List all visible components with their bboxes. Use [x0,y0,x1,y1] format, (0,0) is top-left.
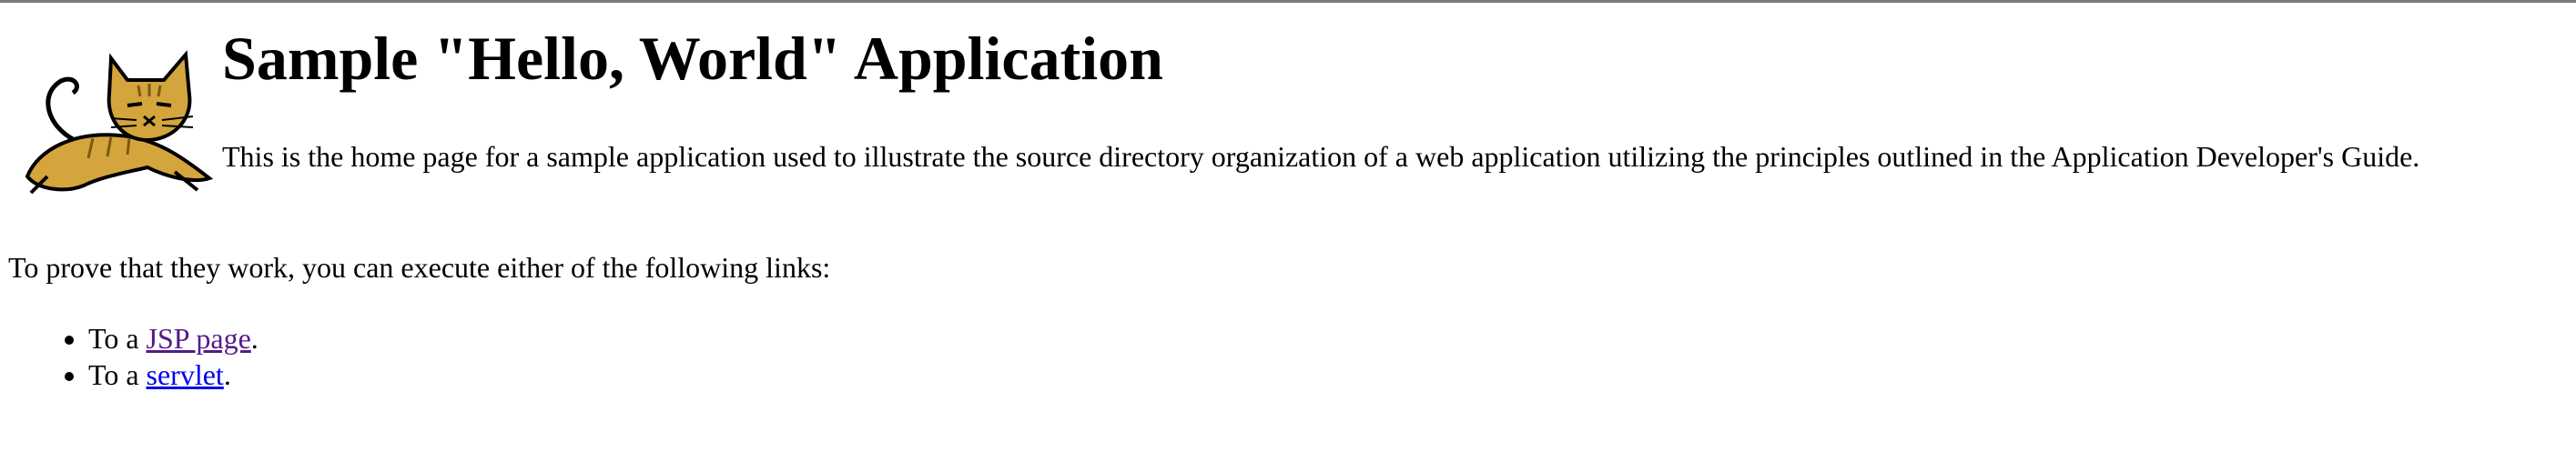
links-intro-text: To prove that they work, you can execute… [8,251,831,284]
intro-paragraph: This is the home page for a sample appli… [222,140,2420,173]
page-title: Sample "Hello, World" Application [222,24,1163,93]
list-item-suffix: . [223,358,231,391]
list-item-prefix: To a [88,322,147,355]
list-item-servlet: To a servlet. [88,357,259,393]
tomcat-logo-icon [25,50,214,195]
links-list: To a JSP page. To a servlet. [0,320,259,393]
top-divider [0,0,2576,3]
jsp-page-link[interactable]: JSP page [147,322,251,355]
servlet-link[interactable]: servlet [147,358,224,391]
list-item-prefix: To a [88,358,147,391]
list-item-jsp: To a JSP page. [88,320,259,357]
list-item-suffix: . [250,322,259,355]
